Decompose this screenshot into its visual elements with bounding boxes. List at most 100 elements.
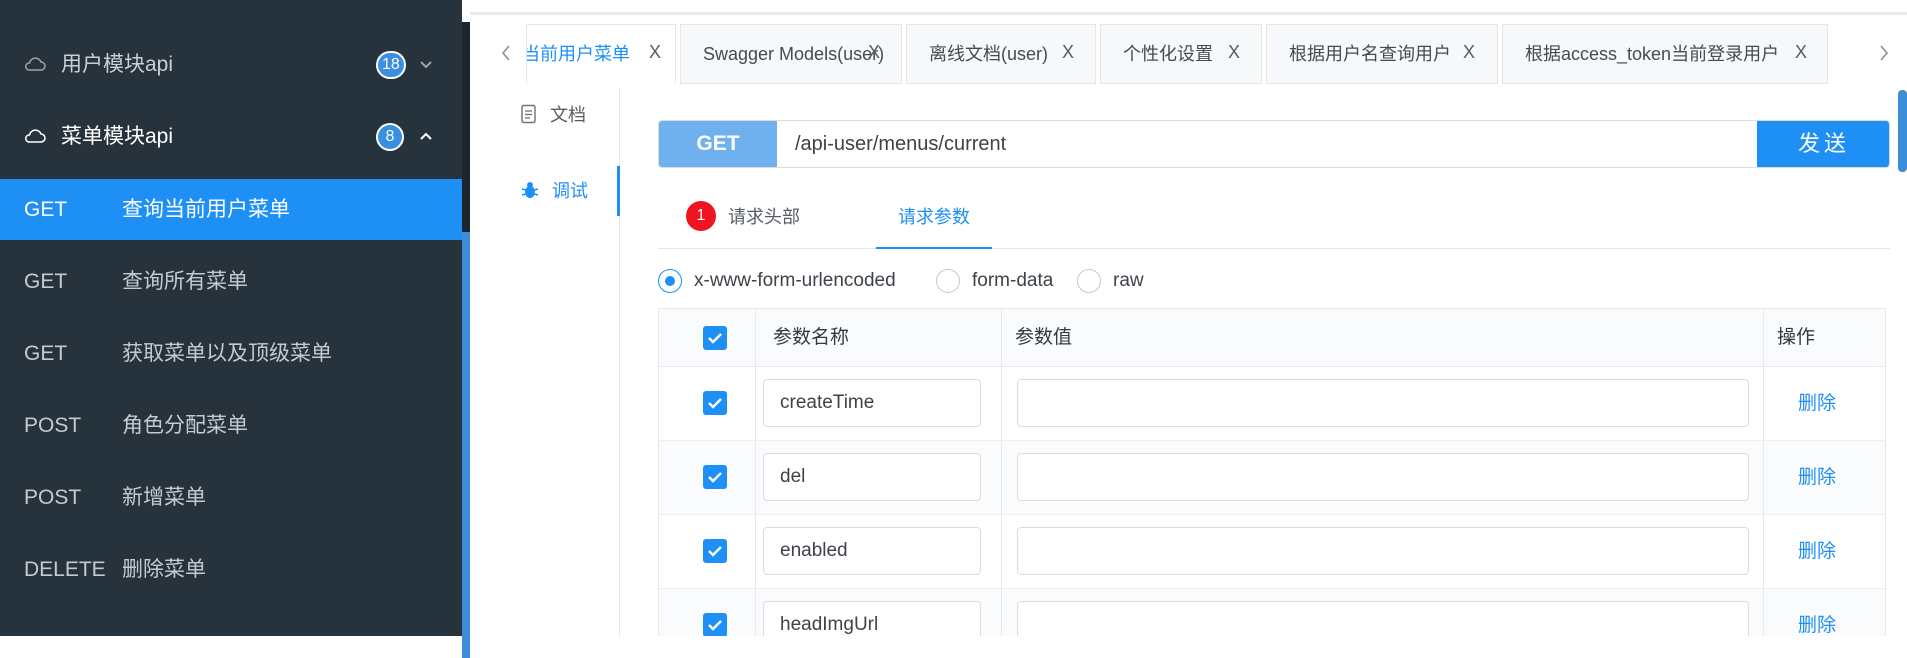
url-input[interactable] [777, 121, 1777, 167]
request-method[interactable]: GET [659, 121, 777, 167]
column-divider [755, 309, 756, 636]
sidebar-item-delete-menu[interactable]: DELETE 删除菜单 [0, 539, 462, 600]
scrollbar-thumb[interactable] [462, 232, 470, 658]
tab-request-headers[interactable]: 1 请求头部 [686, 187, 800, 249]
sidebar: 用户模块api 18 菜单模块api 8 GET 查询当前用户菜单 GET 查询… [0, 0, 462, 636]
check-icon [708, 472, 722, 483]
radio-label: x-www-form-urlencoded [694, 270, 896, 291]
close-icon[interactable]: X [1795, 43, 1809, 61]
sidebar-item-current-user-menu[interactable]: GET 查询当前用户菜单 [0, 179, 462, 240]
http-method: GET [24, 198, 68, 221]
radio-circle[interactable] [936, 269, 960, 293]
sidebar-item-label: 新增菜单 [122, 486, 206, 509]
select-all-checkbox[interactable] [703, 326, 727, 350]
nav-debug[interactable]: 调试 [520, 170, 588, 210]
close-icon[interactable]: X [868, 43, 882, 61]
row-checkbox[interactable] [703, 539, 727, 563]
sidebar-item-role-assign-menu[interactable]: POST 角色分配菜单 [0, 395, 462, 456]
http-method: DELETE [24, 558, 106, 581]
params-table: 参数名称 参数值 操作 删除 删除 [658, 308, 1886, 636]
param-value-input[interactable] [1017, 527, 1749, 575]
column-divider [1763, 309, 1764, 636]
sidebar-item-add-menu[interactable]: POST 新增菜单 [0, 467, 462, 528]
http-method: POST [24, 486, 82, 509]
check-icon [708, 546, 722, 557]
delete-link[interactable]: 删除 [1798, 441, 1836, 515]
tab-swagger-models[interactable]: Swagger Models(user) X [680, 24, 902, 84]
sidebar-item-menu-and-top[interactable]: GET 获取菜单以及顶级菜单 [0, 323, 462, 384]
sidebar-scrollbar[interactable] [462, 22, 470, 658]
row-checkbox[interactable] [703, 613, 727, 636]
nav-debug-label: 调试 [552, 181, 588, 201]
radio-raw[interactable]: raw [1077, 266, 1144, 296]
count-badge: 18 [376, 51, 406, 79]
param-value-input[interactable] [1017, 379, 1749, 427]
http-method: GET [24, 270, 68, 293]
tab-current-user-menu[interactable]: 查询当前用户菜单 X [526, 24, 676, 84]
delete-link[interactable]: 删除 [1798, 515, 1836, 589]
chevron-down-icon[interactable] [418, 56, 434, 72]
close-icon[interactable]: X [1463, 43, 1477, 61]
tab-label: 查询当前用户菜单 [527, 44, 630, 64]
main-panel: 查询当前用户菜单 X Swagger Models(user) X 离线文档(u… [470, 0, 1907, 636]
tab-offline-doc[interactable]: 离线文档(user) X [906, 24, 1096, 84]
sidebar-item-all-menus[interactable]: GET 查询所有菜单 [0, 251, 462, 312]
tab-label: 离线文档(user) [929, 44, 1049, 64]
tab-label: Swagger Models(user) [703, 44, 885, 64]
tab-label: 请求头部 [728, 207, 800, 227]
send-button[interactable]: 发送 [1757, 121, 1889, 167]
chevron-left-icon[interactable] [498, 42, 514, 64]
radio-form-data[interactable]: form-data [936, 266, 1053, 296]
sidebar-group-menu-api[interactable]: 菜单模块api 8 [0, 101, 462, 173]
param-name-input[interactable] [763, 601, 981, 636]
active-indicator [617, 166, 620, 216]
radio-circle[interactable] [1077, 269, 1101, 293]
column-header-action: 操作 [1777, 327, 1816, 348]
nav-doc[interactable]: 文档 [520, 94, 586, 134]
sidebar-item-label: 删除菜单 [122, 558, 206, 581]
tab-query-by-username[interactable]: 根据用户名查询用户 X [1266, 24, 1498, 84]
scrollbar-thumb[interactable] [1898, 90, 1907, 172]
sidebar-item-label: 查询当前用户菜单 [122, 198, 290, 221]
close-icon[interactable]: X [1062, 43, 1076, 61]
column-header-value: 参数值 [1015, 327, 1073, 348]
main-scrollbar[interactable] [1898, 88, 1907, 636]
param-value-input[interactable] [1017, 601, 1749, 636]
param-value-input[interactable] [1017, 453, 1749, 501]
table-row: 删除 [659, 515, 1885, 589]
column-divider [1001, 309, 1002, 636]
row-checkbox[interactable] [703, 465, 727, 489]
radio-circle[interactable] [658, 269, 682, 293]
divider [470, 12, 1907, 15]
close-icon[interactable]: X [649, 43, 663, 61]
param-name-input[interactable] [763, 379, 981, 427]
sidebar-group-user-api[interactable]: 用户模块api 18 [0, 29, 462, 101]
check-icon [708, 398, 722, 409]
sidebar-item-label: 角色分配菜单 [122, 414, 248, 437]
cloud-icon [25, 129, 46, 143]
delete-link[interactable]: 删除 [1798, 589, 1836, 636]
http-method: POST [24, 414, 82, 437]
nav-doc-label: 文档 [550, 105, 586, 125]
tab-label: 根据access_token当前登录用户 [1525, 44, 1780, 64]
radio-urlencoded[interactable]: x-www-form-urlencoded [658, 266, 896, 296]
close-icon[interactable]: X [1228, 43, 1242, 61]
error-count-badge: 1 [686, 201, 716, 232]
tab-request-params[interactable]: 请求参数 [876, 187, 992, 249]
tab-current-login-user[interactable]: 根据access_token当前登录用户 X [1502, 24, 1828, 84]
tab-label: 请求参数 [898, 207, 970, 227]
table-row: 删除 [659, 589, 1885, 636]
chevron-right-icon[interactable] [1876, 42, 1892, 64]
param-name-input[interactable] [763, 453, 981, 501]
table-row: 删除 [659, 441, 1885, 515]
bug-icon [521, 182, 539, 198]
sidebar-group-title: 用户模块api [61, 53, 174, 76]
delete-link[interactable]: 删除 [1798, 367, 1836, 441]
chevron-up-icon[interactable] [418, 128, 434, 144]
doc-debug-nav: 文档 调试 [470, 88, 620, 636]
row-checkbox[interactable] [703, 391, 727, 415]
tab-personal-settings[interactable]: 个性化设置 X [1100, 24, 1262, 84]
param-name-input[interactable] [763, 527, 981, 575]
sidebar-item-label: 查询所有菜单 [122, 270, 248, 293]
check-icon [708, 333, 722, 344]
